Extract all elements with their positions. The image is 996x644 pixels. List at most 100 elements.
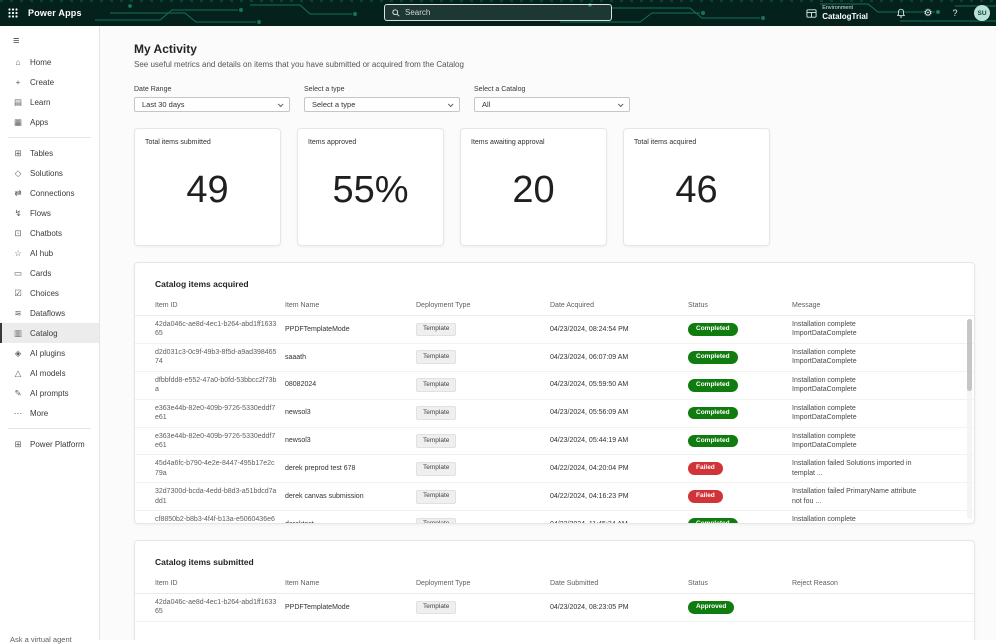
help-icon[interactable]: ? bbox=[947, 5, 963, 21]
deployment-type-cell: Template bbox=[416, 427, 550, 455]
sidebar-item-home[interactable]: ⌂Home bbox=[0, 52, 99, 72]
plus-icon: + bbox=[13, 77, 23, 87]
metric-value: 46 bbox=[675, 169, 717, 212]
deployment-type-badge: Template bbox=[416, 323, 456, 337]
sidebar-item-apps[interactable]: ▦Apps bbox=[0, 112, 99, 132]
filter-label: Select a type bbox=[304, 86, 460, 93]
table-row[interactable]: 45d4a6fc-b790-4e2e-8447-495b17e2c79adere… bbox=[135, 455, 974, 483]
user-avatar[interactable]: SU bbox=[974, 5, 990, 21]
settings-gear-icon[interactable]: ⚙ bbox=[920, 5, 936, 21]
sidebar-item-label: Home bbox=[30, 58, 51, 67]
sidebar-item-ai-models[interactable]: △AI models bbox=[0, 363, 99, 383]
column-header-item-id[interactable]: Item ID bbox=[135, 575, 285, 594]
table-row[interactable]: dfbbfdd8-e552-47a0-b0fd-53bbcc2f73ba0808… bbox=[135, 371, 974, 399]
metric-label: Total items acquired bbox=[634, 139, 759, 146]
sidebar-item-ai-plugins[interactable]: ◈AI plugins bbox=[0, 343, 99, 363]
sidebar-item-catalog[interactable]: ▥Catalog bbox=[0, 323, 99, 343]
column-header-message[interactable]: Message bbox=[792, 297, 974, 316]
global-search[interactable] bbox=[384, 4, 612, 21]
nav-collapse-toggle[interactable]: ≡ bbox=[0, 30, 99, 52]
submitted-section: Catalog items submitted Item IDItem Name… bbox=[134, 540, 975, 640]
table-row[interactable]: e363e44b-82e0-409b-9726-5330eddf7e61news… bbox=[135, 427, 974, 455]
deployment-type-badge: Template bbox=[416, 350, 456, 364]
column-header-date-acquired[interactable]: Date Acquired bbox=[550, 297, 688, 316]
column-header-item-id[interactable]: Item ID bbox=[135, 297, 285, 316]
sidebar-item-label: AI prompts bbox=[30, 389, 69, 398]
filter-select-date-range[interactable]: Last 30 days bbox=[134, 97, 290, 112]
item-name-cell: derek preprod test 678 bbox=[285, 455, 416, 483]
main-content: My Activity See useful metrics and detai… bbox=[100, 26, 996, 640]
filter-select-select-a-catalog[interactable]: All bbox=[474, 97, 630, 112]
column-header-deployment-type[interactable]: Deployment Type bbox=[416, 575, 550, 594]
sidebar-item-connections[interactable]: ⇄Connections bbox=[0, 183, 99, 203]
sidebar-item-choices[interactable]: ☑Choices bbox=[0, 283, 99, 303]
data-table: Item IDItem NameDeployment TypeDate Acqu… bbox=[135, 297, 974, 523]
sidebar-item-label: Learn bbox=[30, 98, 50, 107]
metric-value: 55% bbox=[332, 169, 408, 212]
column-header-deployment-type[interactable]: Deployment Type bbox=[416, 297, 550, 316]
sidebar-item-power-platform[interactable]: ⊞Power Platform bbox=[0, 434, 99, 454]
sidebar-item-chatbots[interactable]: ⊡Chatbots bbox=[0, 223, 99, 243]
column-header-item-name[interactable]: Item Name bbox=[285, 575, 416, 594]
page-title: My Activity bbox=[134, 42, 975, 56]
search-input[interactable] bbox=[405, 8, 604, 17]
item-id-cell: e363e44b-82e0-409b-9726-5330eddf7e61 bbox=[135, 427, 285, 455]
submitted-table-title: Catalog items submitted bbox=[135, 541, 974, 575]
notifications-bell-icon[interactable] bbox=[893, 5, 909, 21]
metrics-row: Total items submitted49Items approved55%… bbox=[134, 128, 975, 246]
date-cell: 04/23/2024, 08:24:54 PM bbox=[550, 316, 688, 344]
table-row[interactable]: 42da046c-ae8d-4ec1-b264-abd1ff163365PPDF… bbox=[135, 594, 974, 622]
status-cell: Failed bbox=[688, 455, 792, 483]
sidebar-item-label: AI hub bbox=[30, 249, 53, 258]
status-cell: Completed bbox=[688, 511, 792, 523]
table-row[interactable]: e363e44b-82e0-409b-9726-5330eddf7e61news… bbox=[135, 399, 974, 427]
message-cell: Installation completeImportDataComplete bbox=[792, 343, 974, 371]
sidebar-item-cards[interactable]: ▭Cards bbox=[0, 263, 99, 283]
column-header-status[interactable]: Status bbox=[688, 297, 792, 316]
table-row[interactable]: cf8850b2-b8b3-4f4f-b13a-e5060436e68ddere… bbox=[135, 511, 974, 523]
sidebar-item-flows[interactable]: ↯Flows bbox=[0, 203, 99, 223]
sidebar-item-tables[interactable]: ⊞ Tables bbox=[0, 143, 99, 163]
table-row[interactable]: d2d031c3-0c9f-49b3-8f5d-a9ad39846574saaa… bbox=[135, 343, 974, 371]
column-header-item-name[interactable]: Item Name bbox=[285, 297, 416, 316]
date-cell: 04/22/2024, 04:16:23 PM bbox=[550, 483, 688, 511]
choices-icon: ☑ bbox=[13, 288, 23, 299]
status-badge: Failed bbox=[688, 462, 723, 475]
sidebar-item-ai-hub[interactable]: ☆AI hub bbox=[0, 243, 99, 263]
table-icon: ⊞ bbox=[13, 148, 23, 159]
app-launcher-waffle-icon[interactable] bbox=[0, 0, 26, 26]
sidebar-item-label: Create bbox=[30, 78, 54, 87]
sidebar-item-learn[interactable]: ▤Learn bbox=[0, 92, 99, 112]
date-cell: 04/23/2024, 06:07:09 AM bbox=[550, 343, 688, 371]
item-name-cell: newsol3 bbox=[285, 427, 416, 455]
filter-date-range: Date RangeLast 30 days bbox=[134, 86, 290, 112]
select-value: All bbox=[482, 100, 490, 109]
sidebar-item-create[interactable]: + Create bbox=[0, 72, 99, 92]
deployment-type-badge: Template bbox=[416, 462, 456, 476]
column-header-reject-reason[interactable]: Reject Reason bbox=[792, 575, 974, 594]
table-row[interactable]: 42da046c-ae8d-4ec1-b264-abd1ff163365PPDF… bbox=[135, 316, 974, 344]
solutions-icon: ◇ bbox=[13, 168, 23, 179]
catalog-icon: ▥ bbox=[13, 328, 23, 339]
column-header-date-submitted[interactable]: Date Submitted bbox=[550, 575, 688, 594]
submitted-table-wrap: Item IDItem NameDeployment TypeDate Subm… bbox=[135, 575, 974, 640]
table-row[interactable]: 32d7300d-bcda-4edd-b8d3-a51bdcd7add1dere… bbox=[135, 483, 974, 511]
environment-icon bbox=[806, 8, 817, 19]
filter-select-a-catalog: Select a CatalogAll bbox=[474, 86, 630, 112]
column-header-status[interactable]: Status bbox=[688, 575, 792, 594]
sidebar-item-more[interactable]: ⋯More bbox=[0, 403, 99, 423]
sidebar-item-label: Tables bbox=[30, 149, 53, 158]
scrollbar-thumb[interactable] bbox=[967, 319, 972, 391]
message-cell: Installation completeImportDataComplete bbox=[792, 371, 974, 399]
filter-select-select-a-type[interactable]: Select a type bbox=[304, 97, 460, 112]
environment-picker[interactable]: Environment CatalogTrial bbox=[806, 5, 868, 21]
message-cell: Installation completeImportDataComplete bbox=[792, 316, 974, 344]
sidebar-item-solutions[interactable]: ◇Solutions bbox=[0, 163, 99, 183]
status-badge: Approved bbox=[688, 601, 734, 614]
sidebar-item-ai-prompts[interactable]: ✎AI prompts bbox=[0, 383, 99, 403]
sidebar-item-dataflows[interactable]: ≋Dataflows bbox=[0, 303, 99, 323]
message-cell: Installation failed Solutions imported i… bbox=[792, 455, 974, 483]
item-id-cell: dfbbfdd8-e552-47a0-b0fd-53bbcc2f73ba bbox=[135, 371, 285, 399]
deployment-type-badge: Template bbox=[416, 518, 456, 523]
app-title[interactable]: Power Apps bbox=[28, 8, 82, 18]
